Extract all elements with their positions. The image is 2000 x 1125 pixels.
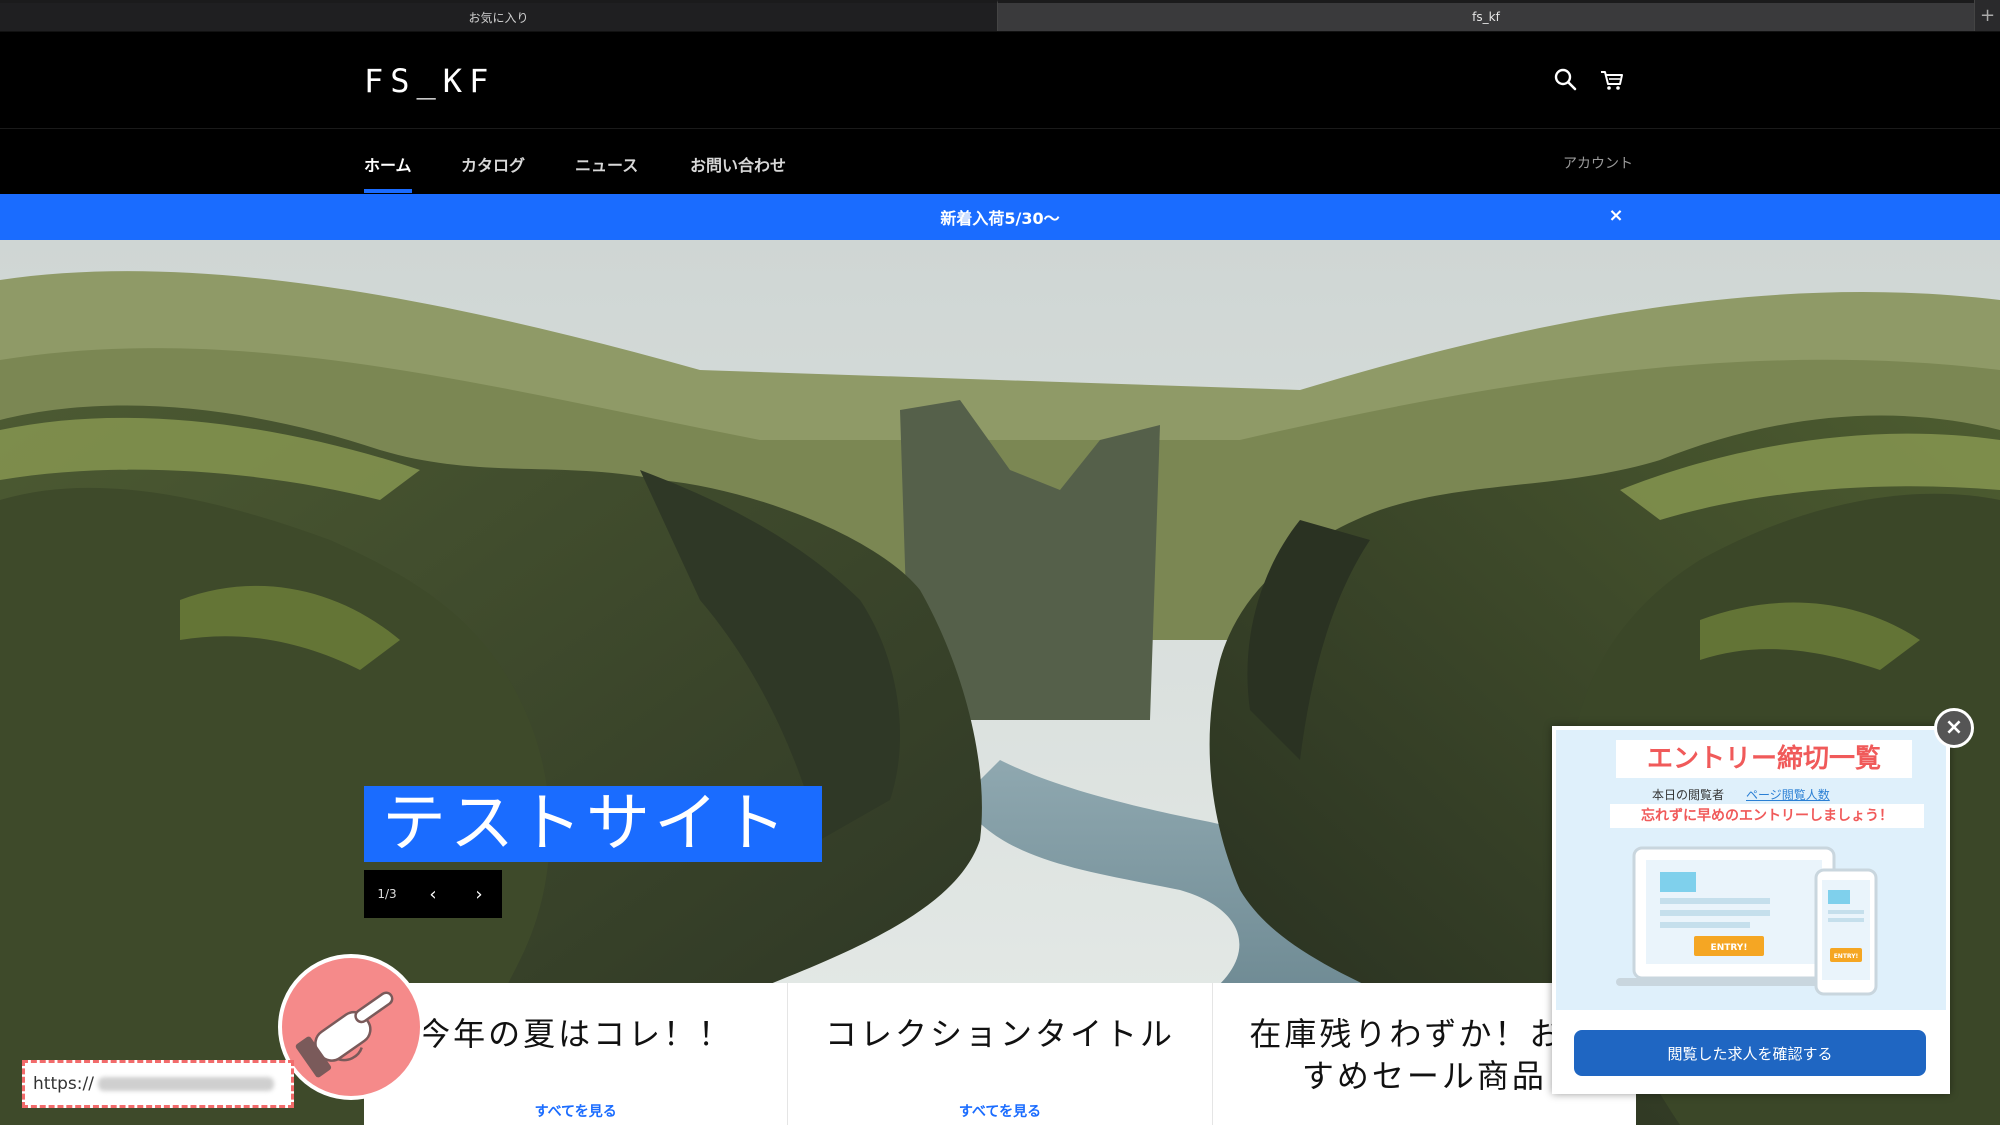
chevron-left-icon[interactable]: ‹	[410, 870, 456, 918]
status-url-box: https://	[22, 1060, 294, 1108]
search-icon[interactable]	[1552, 66, 1580, 94]
browser-tab-bar: お気に入り fs_kf +	[0, 0, 2000, 32]
account-link[interactable]: アカウント	[1563, 153, 1633, 173]
popup-reminder: 忘れずに早めのエントリーしましょう！	[1610, 804, 1924, 828]
hero-title[interactable]: テストサイト	[364, 786, 822, 862]
site-header: FS_KF	[0, 32, 2000, 128]
collection-card[interactable]: コレクションタイトル すべてを見る	[788, 983, 1213, 1125]
entry-deadline-popup: エントリー締切一覧 本日の閲覧者 ページ閲覧人数 忘れずに早めのエントリーしまし…	[1552, 726, 1950, 1094]
cart-icon[interactable]	[1598, 66, 1626, 94]
url-text: https://	[33, 1074, 94, 1094]
nav-item-contact[interactable]: お問い合わせ	[690, 152, 786, 176]
tab-favorites[interactable]: お気に入り	[0, 0, 998, 31]
popup-banner: エントリー締切一覧 本日の閲覧者 ページ閲覧人数 忘れずに早めのエントリーしまし…	[1556, 730, 1946, 1010]
popup-close-icon[interactable]: ×	[1934, 708, 1974, 748]
entry-badge-small: ENTRY!	[1834, 953, 1859, 960]
announcement-bar: 新着入荷5/30〜 ×	[0, 194, 2000, 240]
announcement-text[interactable]: 新着入荷5/30〜	[940, 205, 1059, 229]
add-tab-button[interactable]: +	[1974, 0, 2000, 31]
popup-heading: エントリー締切一覧	[1616, 740, 1912, 778]
entry-badge-large: ENTRY!	[1711, 943, 1748, 953]
nav-item-home[interactable]: ホーム	[364, 152, 412, 176]
nav-item-catalog[interactable]: カタログ	[461, 152, 525, 176]
popup-viewers-link[interactable]: ページ閲覧人数	[1746, 786, 1830, 803]
collection-title[interactable]: 今年の夏はコレ！！	[364, 1013, 787, 1055]
view-all-link[interactable]: すべてを見る	[364, 1101, 787, 1121]
blurred-url	[97, 1077, 274, 1091]
collection-grid: 今年の夏はコレ！！ すべてを見る コレクションタイトル すべてを見る 在庫残りわ…	[364, 983, 1636, 1125]
slide-counter: 1/3	[377, 887, 397, 901]
slider-controls: 1/3 ‹ ›	[364, 870, 502, 918]
nav-active-indicator	[364, 189, 412, 193]
chevron-right-icon[interactable]: ›	[456, 870, 502, 918]
view-all-link[interactable]: すべてを見る	[788, 1101, 1211, 1121]
devices-illustration: ENTRY! ENTRY!	[1616, 846, 1878, 996]
pointing-hand-icon	[278, 954, 424, 1100]
tab-fs-kf[interactable]: fs_kf	[998, 0, 1974, 31]
view-jobs-button[interactable]: 閲覧した求人を確認する	[1574, 1030, 1926, 1076]
popup-viewers-label: 本日の閲覧者	[1652, 788, 1725, 802]
collection-title[interactable]: コレクションタイトル	[788, 1013, 1211, 1055]
collection-card[interactable]: 今年の夏はコレ！！ すべてを見る	[364, 983, 789, 1125]
main-nav: ホーム カタログ ニュース お問い合わせ アカウント	[0, 128, 2000, 194]
nav-item-news[interactable]: ニュース	[575, 152, 638, 176]
close-icon[interactable]: ×	[1606, 206, 1626, 226]
site-logo[interactable]: FS_KF	[364, 62, 495, 100]
